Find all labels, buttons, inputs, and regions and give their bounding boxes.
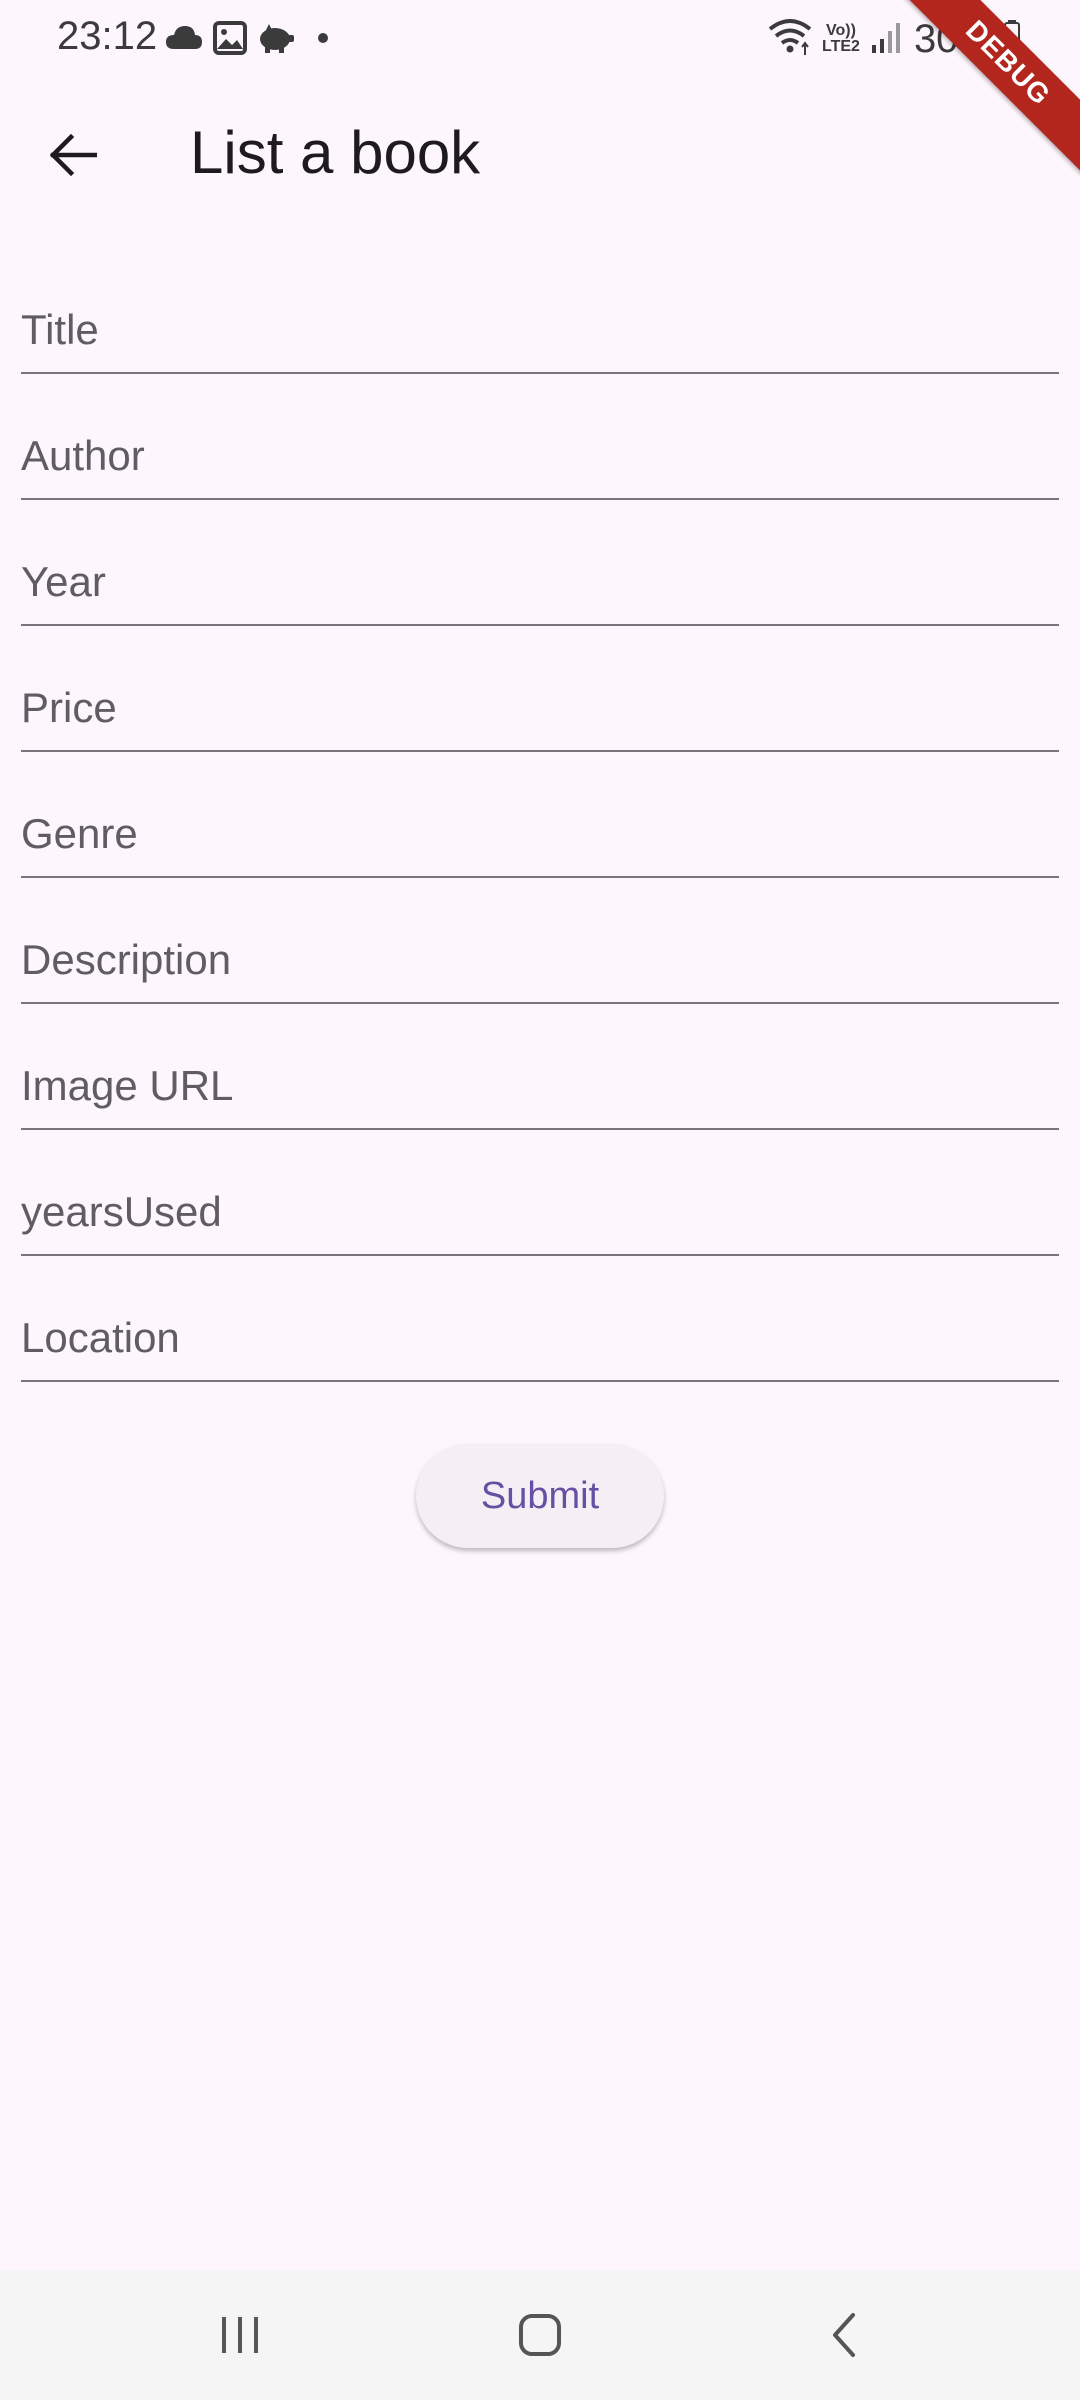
piggy-bank-icon	[257, 22, 295, 59]
book-form	[21, 248, 1059, 1382]
year-field	[21, 500, 1059, 626]
status-notification-icons	[165, 20, 335, 60]
price-input[interactable]	[21, 626, 1059, 750]
network-type-label: Vo)) LTE2	[822, 23, 860, 55]
title-field	[21, 248, 1059, 374]
status-bar: 23:12 Vo)) LTE2	[0, 0, 1080, 80]
year-input[interactable]	[21, 500, 1059, 624]
status-time: 23:12	[57, 14, 158, 58]
author-input[interactable]	[21, 374, 1059, 498]
genre-input[interactable]	[21, 752, 1059, 876]
cloud-icon	[165, 23, 203, 58]
back-button[interactable]	[30, 122, 116, 188]
genre-field	[21, 752, 1059, 878]
author-field	[21, 374, 1059, 500]
price-field	[21, 626, 1059, 752]
submit-button[interactable]: Submit	[416, 1444, 664, 1548]
home-icon	[519, 2314, 561, 2356]
recent-apps-icon	[222, 2317, 258, 2353]
image-url-field	[21, 1004, 1059, 1130]
image-url-input[interactable]	[21, 1004, 1059, 1128]
back-icon	[833, 2313, 855, 2357]
gallery-icon	[213, 20, 247, 60]
nav-back-button[interactable]	[784, 2292, 904, 2378]
location-input[interactable]	[21, 1256, 1059, 1380]
screen: 23:12 Vo)) LTE2 DEBUG List a book Title …	[0, 0, 1080, 2400]
system-nav-bar	[0, 2270, 1080, 2400]
lte-label: LTE2	[822, 38, 860, 55]
years-used-input[interactable]	[21, 1130, 1059, 1254]
volte-label: Vo))	[826, 22, 856, 39]
dot-icon	[305, 23, 335, 58]
title-input[interactable]	[21, 248, 1059, 372]
location-field	[21, 1256, 1059, 1382]
signal-icon	[870, 19, 904, 60]
arrow-left-icon	[49, 134, 97, 176]
recent-apps-button[interactable]	[180, 2292, 300, 2378]
years-used-field	[21, 1130, 1059, 1256]
home-button[interactable]	[480, 2292, 600, 2378]
app-bar: List a book	[0, 80, 1080, 230]
page-title: List a book	[190, 119, 481, 186]
description-field	[21, 878, 1059, 1004]
wifi-icon	[768, 17, 812, 62]
description-input[interactable]	[21, 878, 1059, 1002]
